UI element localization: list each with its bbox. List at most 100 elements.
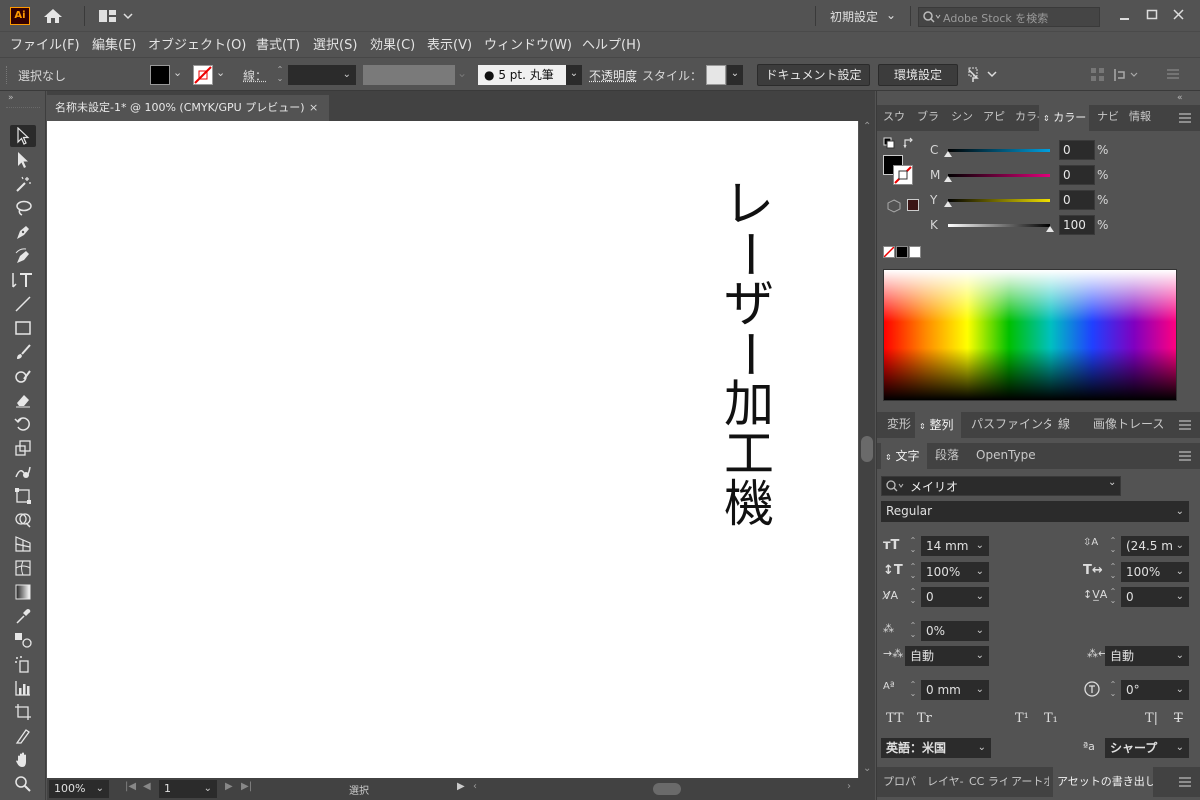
scroll-left-icon[interactable]: ‹: [473, 781, 477, 792]
slider-handle[interactable]: [944, 151, 952, 157]
channel-y-slider[interactable]: [948, 199, 1050, 202]
scroll-right-icon[interactable]: ›: [847, 781, 851, 792]
select-similar-icon[interactable]: [967, 66, 999, 84]
first-artboard-icon[interactable]: |◀: [125, 781, 136, 792]
small-caps-button[interactable]: Tr: [917, 711, 932, 726]
zoom-level[interactable]: 100% ⌄: [49, 780, 109, 798]
panel-menu-icon[interactable]: [1167, 69, 1179, 79]
column-graph-tool-icon[interactable]: [10, 677, 36, 699]
all-caps-button[interactable]: TT: [886, 711, 904, 726]
blend-tool-icon[interactable]: [10, 629, 36, 651]
artboard-tool-icon[interactable]: [10, 701, 36, 723]
canvas-area[interactable]: レ ー ザ ー 加 工 機: [47, 121, 859, 778]
tab-align[interactable]: ⇕ 整列: [915, 412, 961, 438]
horizontal-scale-stepper[interactable]: ⌃ ⌄: [1107, 562, 1119, 582]
close-tab-icon[interactable]: ×: [309, 95, 318, 121]
last-artboard-icon[interactable]: ▶|: [241, 781, 252, 792]
tracking-stepper[interactable]: ⌃ ⌄: [1107, 587, 1119, 607]
selection-tool-icon[interactable]: [10, 125, 36, 147]
preferences-button[interactable]: 環境設定: [878, 64, 958, 86]
perspective-grid-tool-icon[interactable]: [10, 533, 36, 555]
tab-image-trace[interactable]: 画像トレース: [1093, 412, 1163, 436]
menu-type[interactable]: 書式(T): [256, 34, 300, 53]
stroke-weight-field[interactable]: ⌄: [288, 65, 356, 85]
strikethrough-button[interactable]: T: [1174, 711, 1183, 726]
vertical-scale-stepper[interactable]: ⌃ ⌄: [907, 562, 919, 582]
slice-tool-icon[interactable]: [10, 725, 36, 747]
paintbrush-tool-icon[interactable]: [10, 341, 36, 363]
antialias-dropdown[interactable]: シャープ ⌄: [1105, 738, 1189, 758]
web-safe-swatch[interactable]: [907, 199, 919, 211]
style-swatch[interactable]: [706, 65, 726, 85]
black-swatch[interactable]: [896, 246, 908, 258]
scale-tool-icon[interactable]: [10, 437, 36, 459]
menu-select[interactable]: 選択(S): [313, 34, 357, 53]
tab-opentype[interactable]: OpenType: [976, 443, 1036, 467]
leading-stepper[interactable]: ⌃ ⌄: [1107, 536, 1119, 556]
menu-object[interactable]: オブジェクト(O): [148, 34, 246, 53]
pen-tool-icon[interactable]: [10, 221, 36, 243]
hand-tool-icon[interactable]: [10, 749, 36, 771]
horizontal-scroll-thumb[interactable]: [653, 783, 681, 795]
chevron-down-icon[interactable]: ⌄: [457, 66, 467, 80]
rotation-stepper[interactable]: ⌃ ⌄: [1107, 680, 1119, 700]
slider-handle[interactable]: [944, 176, 952, 182]
tab-appearance[interactable]: アピ: [983, 105, 1011, 129]
panel-menu-icon[interactable]: [1179, 451, 1191, 461]
language-dropdown[interactable]: 英語：米国 ⌄: [881, 738, 991, 758]
panel-menu-icon[interactable]: [1179, 420, 1191, 430]
channel-c-value[interactable]: 0: [1059, 140, 1095, 160]
vertical-scrollbar[interactable]: ⌃ ⌄: [859, 121, 875, 778]
artboard[interactable]: レ ー ザ ー 加 工 機: [47, 121, 858, 778]
vertical-text-frame[interactable]: レ ー ザ ー 加 工 機: [719, 179, 779, 529]
horizontal-scale-field[interactable]: 100% ⌄: [1121, 562, 1189, 582]
slider-handle[interactable]: [944, 201, 952, 207]
panel-menu-icon[interactable]: [1179, 777, 1191, 787]
tab-transform[interactable]: 変形: [887, 412, 917, 436]
superscript-button[interactable]: T¹: [1015, 711, 1029, 726]
tab-brushes[interactable]: ブラ: [917, 105, 947, 129]
rotate-tool-icon[interactable]: [10, 413, 36, 435]
aki-left-field[interactable]: 自動 ⌄: [905, 646, 989, 666]
channel-m-value[interactable]: 0: [1059, 165, 1095, 185]
collapse-toggle-icon[interactable]: »: [8, 93, 14, 103]
zoom-tool-icon[interactable]: [10, 773, 36, 795]
mesh-tool-icon[interactable]: [10, 557, 36, 579]
variable-width-profile[interactable]: [363, 65, 455, 85]
baseline-shift-field[interactable]: 0 mm ⌄: [921, 680, 989, 700]
maximize-button[interactable]: [1140, 6, 1164, 24]
brush-definition[interactable]: ● 5 pt. 丸筆: [478, 65, 566, 85]
kerning-field[interactable]: 0 ⌄: [921, 587, 989, 607]
menu-help[interactable]: ヘルプ(H): [582, 34, 641, 53]
tab-info[interactable]: 情報: [1129, 105, 1159, 129]
tracking-field[interactable]: 0 ⌄: [1121, 587, 1189, 607]
menu-effect[interactable]: 効果(C): [370, 34, 415, 53]
tab-paragraph[interactable]: 段落: [935, 443, 965, 467]
arrange-documents-icon[interactable]: [98, 9, 138, 23]
style-dropdown[interactable]: ⌄: [727, 65, 743, 85]
vertical-scale-field[interactable]: 100% ⌄: [921, 562, 989, 582]
rectangle-tool-icon[interactable]: [10, 317, 36, 339]
app-logo[interactable]: Ai: [10, 7, 30, 25]
minimize-button[interactable]: [1113, 6, 1137, 24]
kerning-stepper[interactable]: ⌃ ⌄: [907, 587, 919, 607]
stroke-swatch[interactable]: [193, 65, 213, 85]
channel-c-slider[interactable]: [948, 149, 1050, 152]
leading-field[interactable]: (24.5 m ⌄: [1121, 536, 1189, 556]
tab-artboards[interactable]: アートボ: [1011, 770, 1049, 794]
menu-view[interactable]: 表示(V): [427, 34, 472, 53]
tab-symbols[interactable]: シン: [951, 105, 979, 129]
tsume-field[interactable]: 0% ⌄: [921, 621, 989, 641]
warp-tool-icon[interactable]: [10, 461, 36, 483]
transform-icon[interactable]: [1113, 66, 1141, 84]
type-tool-icon[interactable]: [10, 269, 36, 291]
font-size-field[interactable]: 14 mm ⌄: [921, 536, 989, 556]
brush-dropdown[interactable]: ⌄: [566, 65, 582, 85]
tab-navigator[interactable]: ナビ: [1097, 105, 1125, 129]
white-swatch[interactable]: [909, 246, 921, 258]
gradient-tool-icon[interactable]: [10, 581, 36, 603]
tab-stroke[interactable]: 線: [1058, 412, 1078, 436]
tab-swatches[interactable]: スウ: [883, 105, 913, 129]
lasso-tool-icon[interactable]: [10, 197, 36, 219]
font-size-stepper[interactable]: ⌃ ⌄: [907, 536, 919, 556]
